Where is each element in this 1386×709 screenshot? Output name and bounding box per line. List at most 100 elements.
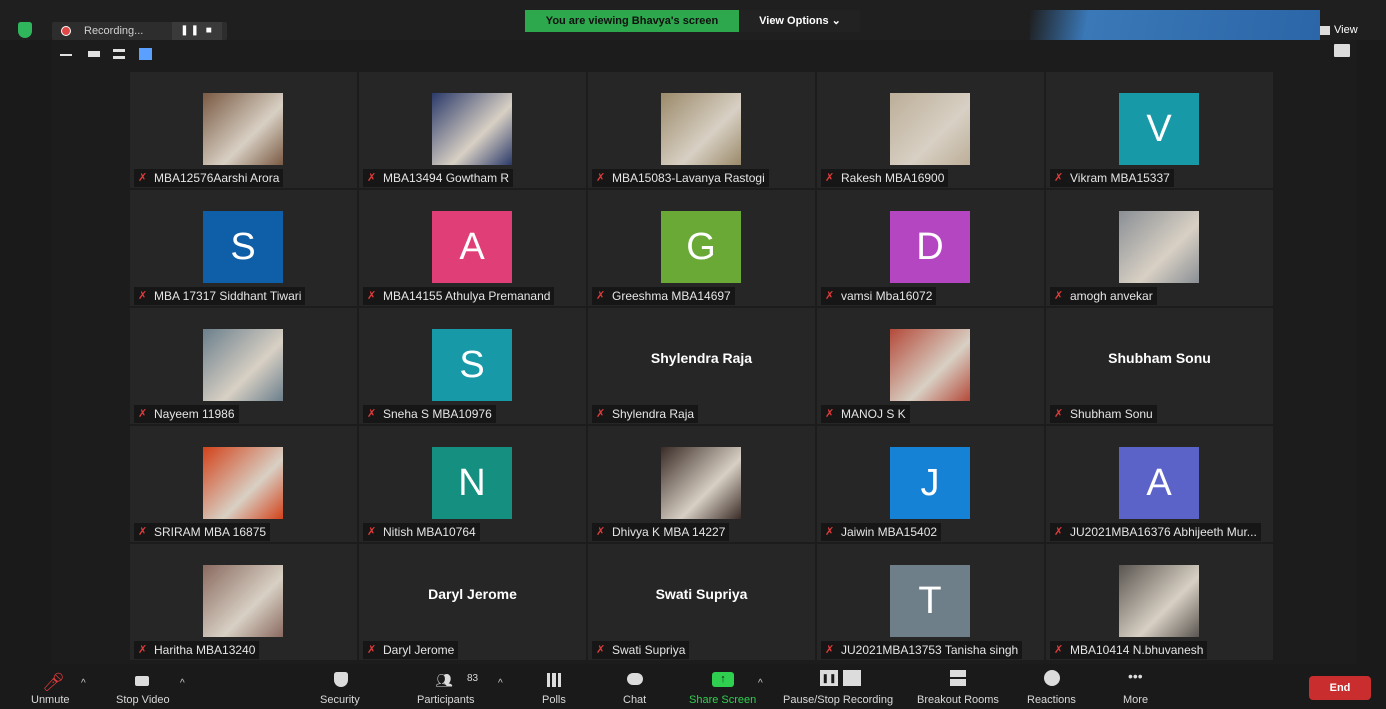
participant-name: Rakesh MBA16900	[841, 171, 945, 185]
participant-name-label: ✗ Vikram MBA15337	[1050, 169, 1174, 187]
participants-button[interactable]: 👥︎ 83 Participants	[415, 664, 495, 709]
participant-display-name: Shubham Sonu	[1108, 350, 1211, 366]
participant-avatar: A	[432, 211, 512, 283]
muted-mic-icon: 🎤︎	[42, 672, 65, 692]
participant-tile[interactable]: G ✗ Greeshma MBA14697	[588, 190, 815, 306]
participant-tile[interactable]: Swati Supriya ✗ Swati Supriya	[588, 544, 815, 660]
participant-tile[interactable]: Daryl Jerome ✗ Daryl Jerome	[359, 544, 586, 660]
pause-stop-recording-button[interactable]: ❚❚ Pause/Stop Recording	[783, 664, 905, 709]
share-screen-label: Share Screen	[689, 694, 757, 706]
participant-name: MBA15083-Lavanya Rastogi	[612, 171, 765, 185]
participant-avatar: N	[432, 447, 512, 519]
participant-name-label: ✗ MBA 17317 Siddhant Tiwari	[134, 287, 306, 305]
security-shield-icon[interactable]	[18, 22, 32, 38]
view-grid-icon	[1320, 25, 1330, 35]
muted-mic-icon: ✗	[367, 408, 377, 420]
participant-name-label: ✗ Shylendra Raja	[592, 405, 699, 423]
strip-view-icon[interactable]	[88, 51, 100, 57]
participant-tile[interactable]: ✗ SRIRAM MBA 16875	[130, 426, 357, 542]
layout-switcher[interactable]	[55, 44, 165, 64]
speaker-view-icon[interactable]	[113, 49, 125, 59]
participant-tile[interactable]: T ✗ JU2021MBA13753 Tanisha singh	[817, 544, 1044, 660]
participant-gallery: ✗ MBA12576Aarshi Arora ✗ MBA13494 Gowtham R…	[130, 72, 1275, 664]
video-options-caret-icon[interactable]: ^	[180, 678, 185, 689]
video-camera-icon	[135, 676, 149, 686]
participant-tile[interactable]: Shubham Sonu ✗ Shubham Sonu	[1046, 308, 1273, 424]
muted-mic-icon: ✗	[367, 644, 377, 656]
muted-mic-icon: ✗	[825, 408, 835, 420]
participant-name-label: ✗ MBA14155 Athulya Premanand	[363, 287, 555, 305]
participant-tile[interactable]: J ✗ Jaiwin MBA15402	[817, 426, 1044, 542]
participant-display-name: Shylendra Raja	[650, 350, 753, 366]
participant-tile[interactable]: ✗ Dhivya K MBA 14227	[588, 426, 815, 542]
participant-tile[interactable]: ✗ MANOJ S K	[817, 308, 1044, 424]
end-meeting-button[interactable]: End	[1309, 676, 1371, 700]
participant-tile[interactable]: ✗ MBA13494 Gowtham R	[359, 72, 586, 188]
participant-tile[interactable]: ✗ MBA12576Aarshi Arora	[130, 72, 357, 188]
audio-options-caret-icon[interactable]: ^	[81, 678, 86, 689]
gallery-view-icon[interactable]	[139, 48, 152, 60]
chat-button[interactable]: Chat	[620, 664, 650, 709]
participant-tile[interactable]: S ✗ MBA 17317 Siddhant Tiwari	[130, 190, 357, 306]
participant-avatar: D	[890, 211, 970, 283]
participant-name-label: ✗ amogh anvekar	[1050, 287, 1157, 305]
participant-tile[interactable]: D ✗ vamsi Mba16072	[817, 190, 1044, 306]
shield-icon	[334, 672, 348, 687]
pause-stop-recording-label: Pause/Stop Recording	[783, 694, 894, 706]
breakout-rooms-button[interactable]: Breakout Rooms	[916, 664, 1008, 709]
minimize-icon[interactable]	[60, 54, 72, 56]
view-label: View	[1334, 24, 1358, 36]
participant-name: Sneha S MBA10976	[383, 407, 492, 421]
participant-tile[interactable]: Shylendra Raja ✗ Shylendra Raja	[588, 308, 815, 424]
participant-tile[interactable]: S ✗ Sneha S MBA10976	[359, 308, 586, 424]
view-options-button[interactable]: View Options ⌄	[740, 10, 860, 32]
participant-name: MBA12576Aarshi Arora	[154, 171, 280, 185]
participants-caret-icon[interactable]: ^	[498, 678, 503, 689]
participant-photo	[203, 447, 283, 519]
polls-button[interactable]: Polls	[540, 664, 572, 709]
participant-tile[interactable]: V ✗ Vikram MBA15337	[1046, 72, 1273, 188]
muted-mic-icon: ✗	[1054, 644, 1064, 656]
participant-tile[interactable]: A ✗ MBA14155 Athulya Premanand	[359, 190, 586, 306]
participant-photo	[1119, 211, 1199, 283]
participant-tile[interactable]: ✗ Nayeem 11986	[130, 308, 357, 424]
unmute-button[interactable]: 🎤︎ Unmute	[28, 664, 80, 709]
security-button[interactable]: Security	[318, 664, 368, 709]
muted-mic-icon: ✗	[596, 644, 606, 656]
participant-name-label: ✗ Rakesh MBA16900	[821, 169, 949, 187]
muted-mic-icon: ✗	[825, 526, 835, 538]
participant-tile[interactable]: ✗ MBA15083-Lavanya Rastogi	[588, 72, 815, 188]
muted-mic-icon: ✗	[138, 172, 148, 184]
participant-name-label: ✗ MBA13494 Gowtham R	[363, 169, 514, 187]
participant-tile[interactable]: ✗ amogh anvekar	[1046, 190, 1273, 306]
participant-photo	[203, 565, 283, 637]
participant-photo	[432, 93, 512, 165]
participant-avatar: S	[432, 329, 512, 401]
view-button[interactable]: View	[1320, 20, 1374, 40]
polls-label: Polls	[542, 694, 566, 706]
participant-name: JU2021MBA16376 Abhijeeth Mur...	[1070, 525, 1257, 539]
participant-photo	[890, 93, 970, 165]
muted-mic-icon: ✗	[138, 290, 148, 302]
participant-tile[interactable]: ✗ Haritha MBA13240	[130, 544, 357, 660]
reactions-button[interactable]: Reactions	[1027, 664, 1083, 709]
exit-fullscreen-icon[interactable]	[1334, 44, 1350, 57]
share-caret-icon[interactable]: ^	[758, 678, 763, 689]
recording-pause-stop-button[interactable]: ❚❚ ■	[172, 22, 222, 40]
participant-tile[interactable]: ✗ Rakesh MBA16900	[817, 72, 1044, 188]
participant-name-label: ✗ Nayeem 11986	[134, 405, 239, 423]
participant-tile[interactable]: A ✗ JU2021MBA16376 Abhijeeth Mur...	[1046, 426, 1273, 542]
security-label: Security	[320, 694, 360, 706]
participant-avatar: A	[1119, 447, 1199, 519]
participant-name-label: ✗ JU2021MBA16376 Abhijeeth Mur...	[1050, 523, 1261, 541]
polls-bar-icon	[547, 673, 561, 687]
participant-name-label: ✗ Shubham Sonu	[1050, 405, 1157, 423]
stop-video-button[interactable]: Stop Video	[115, 664, 185, 709]
participant-name: amogh anvekar	[1070, 289, 1153, 303]
more-button[interactable]: ••• More	[1120, 664, 1160, 709]
participant-tile[interactable]: N ✗ Nitish MBA10764	[359, 426, 586, 542]
recording-indicator: Recording... ❚❚ ■	[52, 22, 227, 40]
participant-tile[interactable]: ✗ MBA10414 N.bhuvanesh	[1046, 544, 1273, 660]
share-screen-button[interactable]: ↑ Share Screen	[688, 664, 762, 709]
reactions-label: Reactions	[1027, 694, 1076, 706]
